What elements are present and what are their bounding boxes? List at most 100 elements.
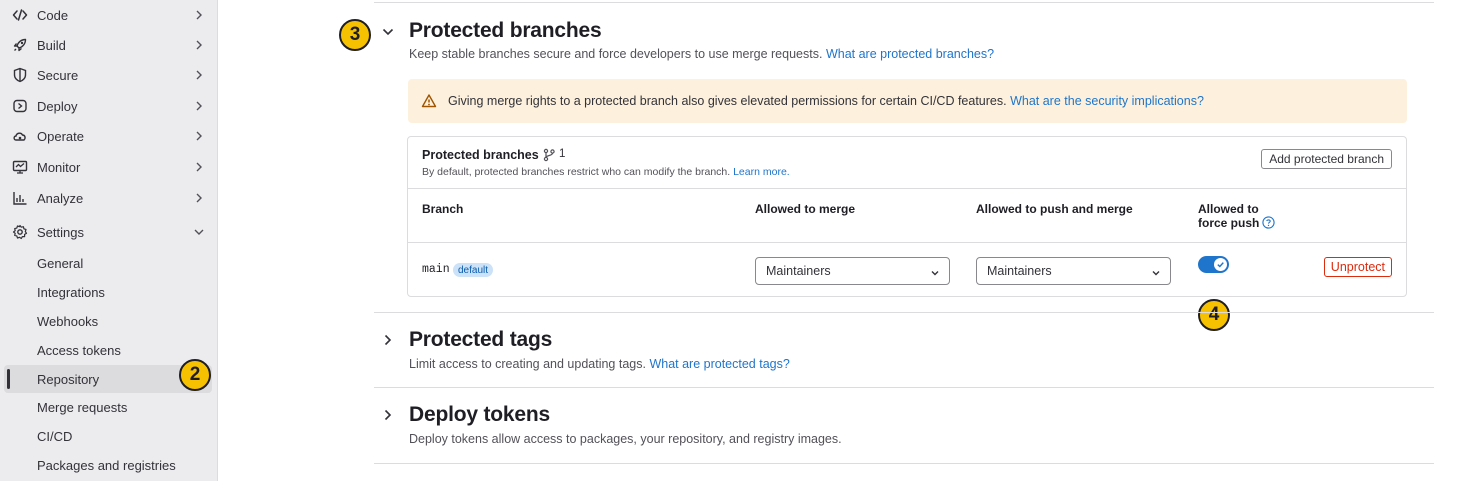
chart-icon bbox=[12, 190, 28, 206]
unprotect-button[interactable]: Unprotect bbox=[1323, 257, 1392, 277]
expand-chevron-right-icon[interactable] bbox=[381, 408, 395, 422]
warning-icon bbox=[421, 93, 437, 109]
sidebar-item-label: Deploy bbox=[37, 98, 78, 114]
table-header-row: Branch Allowed to merge Allowed to push … bbox=[408, 189, 1406, 243]
cloud-gear-icon bbox=[12, 128, 28, 144]
sidebar-subitem-label: CI/CD bbox=[37, 428, 73, 444]
divider bbox=[374, 387, 1434, 388]
step-callout-3: 3 bbox=[339, 19, 371, 51]
column-header-allowed-merge: Allowed to merge bbox=[755, 202, 856, 216]
sidebar-item-deploy[interactable]: Deploy bbox=[0, 92, 217, 120]
protected-branches-card: Protected branches 1 By default, protect… bbox=[407, 136, 1407, 297]
sidebar-item-operate[interactable]: Operate bbox=[0, 122, 217, 150]
sidebar-item-code[interactable]: Code bbox=[0, 1, 217, 29]
sidebar-subitem-label: General bbox=[37, 255, 84, 271]
help-link[interactable]: What are protected tags? bbox=[649, 357, 789, 371]
step-callout-2: 2 bbox=[179, 359, 211, 391]
sidebar-item-label: Secure bbox=[37, 67, 79, 83]
rocket-icon bbox=[12, 37, 28, 53]
expand-chevron-right-icon[interactable] bbox=[381, 333, 395, 347]
dropdown-value: Maintainers bbox=[766, 264, 831, 278]
sidebar-item-settings[interactable]: Settings bbox=[0, 218, 217, 246]
sidebar-subitem-packages-registries[interactable]: Packages and registries bbox=[4, 451, 212, 479]
sidebar-item-monitor[interactable]: Monitor bbox=[0, 153, 217, 181]
collapse-chevron-down-icon[interactable] bbox=[381, 25, 395, 39]
column-header-force-push: Allowed to force push bbox=[1198, 203, 1275, 230]
sidebar-subitem-label: Access tokens bbox=[37, 342, 121, 358]
step-callout-4: 4 bbox=[1198, 299, 1230, 331]
question-circle-icon[interactable] bbox=[1262, 216, 1275, 229]
section-title-protected-tags[interactable]: Protected tags bbox=[409, 328, 552, 352]
code-icon bbox=[12, 7, 28, 23]
alert-text: Giving merge rights to a protected branc… bbox=[448, 94, 1204, 108]
chevron-down-icon bbox=[194, 227, 204, 237]
section-title-protected-branches: Protected branches bbox=[409, 19, 602, 42]
allowed-to-push-dropdown[interactable]: Maintainers bbox=[976, 257, 1171, 285]
chevron-down-icon bbox=[1151, 267, 1161, 277]
divider bbox=[374, 463, 1434, 464]
section-description: Deploy tokens allow access to packages, … bbox=[409, 432, 842, 446]
branch-icon bbox=[542, 148, 556, 162]
chevron-right-icon bbox=[194, 101, 204, 111]
check-icon bbox=[1214, 258, 1227, 271]
shield-icon bbox=[12, 67, 28, 83]
sidebar-subitem-label: Integrations bbox=[37, 284, 105, 300]
allowed-to-merge-dropdown[interactable]: Maintainers bbox=[755, 257, 950, 285]
sidebar-subitem-integrations[interactable]: Integrations bbox=[4, 278, 212, 306]
force-push-label-line1: Allowed to bbox=[1198, 202, 1259, 216]
sidebar-item-label: Monitor bbox=[37, 159, 81, 175]
chevron-down-icon bbox=[930, 267, 940, 277]
help-link[interactable]: What are protected branches? bbox=[826, 47, 994, 61]
sidebar-subitem-webhooks[interactable]: Webhooks bbox=[4, 307, 212, 335]
description-text: Keep stable branches secure and force de… bbox=[409, 47, 823, 61]
sidebar-subitem-label: Packages and registries bbox=[37, 457, 176, 473]
left-sidebar: Code Build Secure Deploy Operate Monitor… bbox=[0, 0, 218, 481]
gear-icon bbox=[12, 224, 28, 240]
learn-more-link[interactable]: Learn more. bbox=[733, 166, 790, 178]
add-protected-branch-button[interactable]: Add protected branch bbox=[1261, 149, 1392, 169]
sidebar-item-analyze[interactable]: Analyze bbox=[0, 184, 217, 212]
sidebar-subitem-label: Webhooks bbox=[37, 313, 99, 329]
deploy-icon bbox=[12, 98, 28, 114]
column-header-branch: Branch bbox=[422, 202, 464, 216]
sidebar-item-label: Code bbox=[37, 7, 69, 23]
column-header-allowed-push: Allowed to push and merge bbox=[976, 202, 1133, 216]
sidebar-item-secure[interactable]: Secure bbox=[0, 61, 217, 89]
chevron-right-icon bbox=[194, 70, 204, 80]
section-description: Limit access to creating and updating ta… bbox=[409, 357, 790, 371]
card-title: Protected branches bbox=[422, 148, 539, 162]
dropdown-value: Maintainers bbox=[987, 264, 1052, 278]
sidebar-item-label: Analyze bbox=[37, 190, 84, 206]
description-text: Limit access to creating and updating ta… bbox=[409, 357, 646, 371]
sidebar-subitem-label: Repository bbox=[37, 371, 100, 387]
divider bbox=[374, 2, 1434, 3]
section-description: Keep stable branches secure and force de… bbox=[409, 47, 994, 61]
sidebar-item-label: Build bbox=[37, 37, 66, 53]
section-title-deploy-tokens[interactable]: Deploy tokens bbox=[409, 403, 550, 427]
monitor-icon bbox=[12, 159, 28, 175]
branch-count: 1 bbox=[559, 148, 566, 160]
sidebar-item-label: Operate bbox=[37, 128, 84, 144]
sidebar-subitem-access-tokens[interactable]: Access tokens bbox=[4, 336, 212, 364]
chevron-right-icon bbox=[194, 40, 204, 50]
card-subtitle: By default, protected branches restrict … bbox=[422, 166, 790, 178]
sidebar-subitem-ci-cd[interactable]: CI/CD bbox=[4, 422, 212, 450]
chevron-right-icon bbox=[194, 131, 204, 141]
force-push-toggle[interactable] bbox=[1198, 256, 1229, 273]
sidebar-subitem-merge-requests[interactable]: Merge requests bbox=[4, 393, 212, 421]
chevron-right-icon bbox=[194, 193, 204, 203]
sidebar-item-build[interactable]: Build bbox=[0, 31, 217, 59]
sidebar-subitem-label: Merge requests bbox=[37, 399, 128, 415]
force-push-label-text: force push bbox=[1198, 216, 1260, 230]
divider bbox=[374, 312, 1434, 313]
card-subtitle-text: By default, protected branches restrict … bbox=[422, 166, 731, 178]
sidebar-item-label: Settings bbox=[37, 224, 84, 240]
force-push-label-line2: force push bbox=[1198, 216, 1275, 230]
security-implications-link[interactable]: What are the security implications? bbox=[1010, 94, 1204, 108]
alert-message: Giving merge rights to a protected branc… bbox=[448, 94, 1007, 108]
sidebar-subitem-general[interactable]: General bbox=[4, 249, 212, 277]
chevron-right-icon bbox=[194, 162, 204, 172]
chevron-right-icon bbox=[194, 10, 204, 20]
table-row: main default Maintainers Maintainers Unp… bbox=[408, 243, 1406, 297]
branch-name: main bbox=[422, 263, 450, 276]
